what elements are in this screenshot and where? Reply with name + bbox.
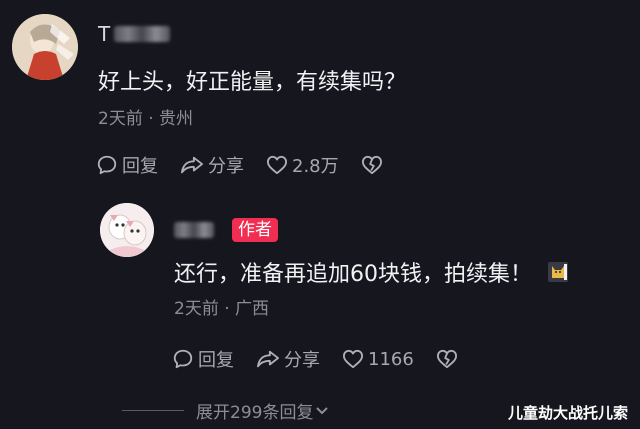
watermark: 儿童劫大战托儿索: [508, 404, 629, 422]
author-avatar[interactable]: [100, 203, 154, 257]
reply-text-content: 还行，准备再追加60块钱，拍续集！: [174, 262, 532, 287]
share-label: 分享: [208, 156, 244, 177]
comment-actions: 回复 分享 2.8万: [96, 152, 383, 178]
comment-text: 好上头，好正能量，有续集吗？: [98, 70, 407, 95]
expand-replies-label: 展开299条回复: [196, 403, 314, 423]
comment-meta: 2天前 · 贵州: [98, 104, 193, 129]
reply-time: 2天前: [174, 299, 219, 319]
broken-heart-icon: [436, 349, 457, 369]
reply-dislike-button[interactable]: [436, 349, 458, 369]
reply-label: 回复: [122, 156, 158, 177]
dislike-button[interactable]: [361, 155, 383, 175]
meta-separator: ·: [224, 299, 236, 319]
comment-thread: T 好上头，好正能量，有续集吗？ 2天前 · 贵州 回复 分享 2.8万 作者 …: [0, 0, 640, 429]
broken-heart-icon: [361, 155, 382, 175]
share-button[interactable]: 分享: [180, 152, 244, 178]
like-count: 2.8万: [292, 156, 339, 177]
commenter-username[interactable]: T: [98, 22, 171, 46]
reply-text: 还行，准备再追加60块钱，拍续集！: [174, 256, 569, 290]
reply-location: 广西: [235, 299, 270, 319]
username-initial: T: [98, 22, 111, 46]
share-arrow-icon: [256, 350, 279, 368]
chevron-down-icon: [316, 406, 329, 414]
comment-location: 贵州: [159, 109, 194, 129]
expand-replies-button[interactable]: 展开299条回复: [122, 398, 329, 423]
commenter-avatar[interactable]: [12, 14, 78, 80]
reply-bubble-icon: [173, 349, 193, 369]
reply-reply-button[interactable]: 回复: [172, 346, 234, 372]
reply-bubble-icon: [97, 155, 117, 175]
reply-reply-label: 回复: [198, 350, 234, 371]
reply-actions: 回复 分享 1166: [172, 346, 458, 372]
reply-meta: 2天前 · 广西: [174, 294, 269, 319]
expand-divider-line: [122, 410, 184, 411]
reply-like-button[interactable]: 1166: [342, 349, 414, 370]
reply-share-label: 分享: [284, 350, 320, 371]
cat-emoji-icon: [547, 260, 569, 290]
author-badge: 作者: [232, 218, 278, 242]
like-button[interactable]: 2.8万: [266, 152, 339, 178]
author-username-blurred: [174, 222, 214, 238]
reply-share-button[interactable]: 分享: [256, 346, 320, 372]
share-arrow-icon: [181, 156, 203, 174]
reply-like-count: 1166: [368, 348, 414, 370]
reply-button[interactable]: 回复: [96, 152, 158, 178]
author-username[interactable]: 作者: [174, 218, 278, 242]
username-blurred: [114, 26, 171, 42]
heart-icon: [266, 155, 287, 175]
heart-icon: [342, 349, 363, 369]
comment-time: 2天前: [98, 109, 143, 129]
meta-separator: ·: [148, 109, 160, 129]
